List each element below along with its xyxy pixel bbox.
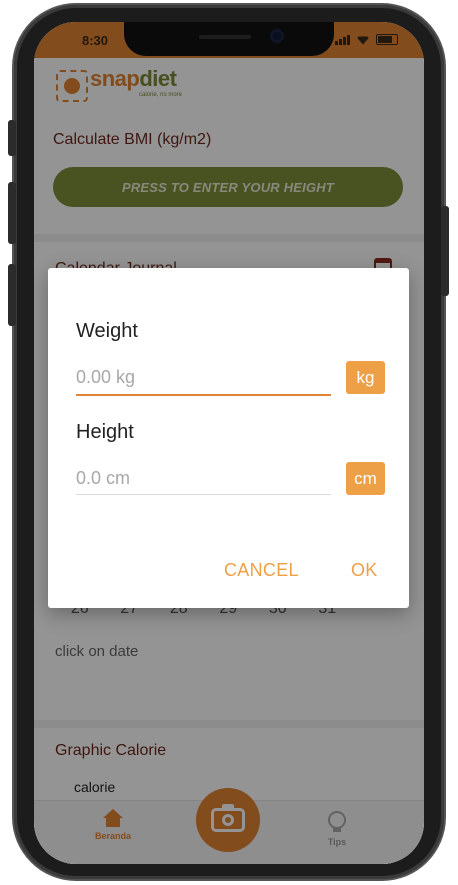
volume-up-button	[8, 182, 16, 244]
height-unit-badge: cm	[346, 462, 385, 495]
bmi-input-dialog: Weight kg Height cm CANCEL OK	[48, 268, 409, 608]
height-input[interactable]	[76, 464, 331, 492]
weight-input[interactable]	[76, 363, 331, 391]
weight-underline	[76, 394, 331, 396]
app-screen: 8:30 snapdiet calorie, no more Calculate…	[34, 22, 424, 864]
weight-label: Weight	[76, 320, 138, 342]
ok-button[interactable]: OK	[351, 560, 378, 581]
volume-down-button	[8, 264, 16, 326]
power-button	[441, 206, 449, 296]
height-underline	[76, 494, 331, 495]
cancel-button[interactable]: CANCEL	[224, 560, 299, 581]
mute-switch	[8, 120, 16, 156]
weight-unit-badge: kg	[346, 361, 385, 394]
height-label: Height	[76, 421, 134, 443]
